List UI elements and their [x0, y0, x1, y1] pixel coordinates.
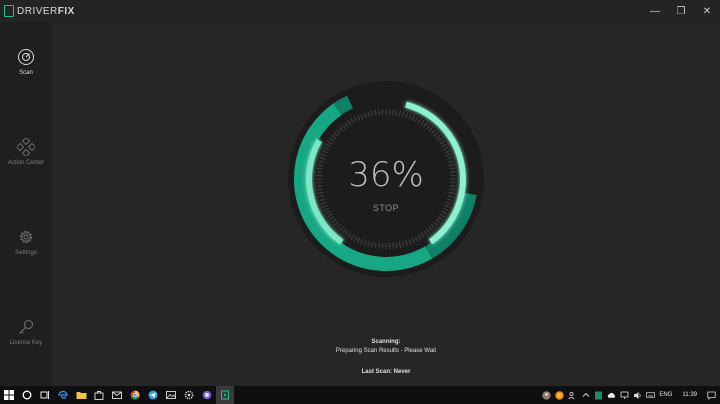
taskbar-app-telegram[interactable]: [144, 386, 162, 404]
logo-mark-icon: [4, 5, 14, 17]
scan-icon: [18, 49, 34, 65]
sidebar-item-action-center[interactable]: Action Center: [0, 138, 52, 166]
mail-icon: [112, 391, 122, 399]
maximize-button[interactable]: ❐: [668, 0, 694, 22]
taskbar-app-mail[interactable]: [108, 386, 126, 404]
sidebar-item-label: Settings: [15, 250, 37, 256]
driverfix-window: DRIVERFIX — ❐ ✕ Scan Action Center Setti…: [0, 0, 720, 386]
taskbar-app-browser[interactable]: [198, 386, 216, 404]
windows-start-button[interactable]: [0, 386, 18, 404]
task-view-button[interactable]: [36, 386, 54, 404]
tray-network-icon[interactable]: [620, 391, 629, 400]
cortana-button[interactable]: [18, 386, 36, 404]
sidebar-item-license-key[interactable]: License Key: [0, 318, 52, 346]
taskbar-app-driverfix[interactable]: [216, 386, 234, 404]
telegram-icon: [148, 390, 158, 400]
sidebar-item-label: Action Center: [7, 160, 45, 166]
windows-taskbar: ENG 11:39: [0, 386, 720, 404]
edge-icon: [58, 390, 68, 399]
tray-chevron-up-icon[interactable]: [581, 391, 590, 400]
sidebar-item-label: Scan: [19, 70, 33, 76]
photos-icon: [166, 391, 176, 399]
progress-ring: 36% STOP: [288, 81, 484, 277]
folder-icon: [76, 392, 86, 399]
gear-icon: [20, 231, 32, 243]
browser-orb-icon: [202, 390, 212, 400]
sidebar-item-scan[interactable]: Scan: [0, 48, 52, 76]
close-button[interactable]: ✕: [694, 0, 720, 22]
tray-driverfix-icon[interactable]: [594, 391, 603, 400]
driverfix-icon: [221, 390, 229, 400]
tray-avatar-icon[interactable]: [542, 390, 552, 400]
store-bag-icon: [94, 391, 104, 400]
sidebar-item-settings[interactable]: Settings: [0, 228, 52, 256]
minimize-button[interactable]: —: [642, 0, 668, 22]
taskbar-app-chrome[interactable]: [126, 386, 144, 404]
task-view-icon: [40, 391, 49, 399]
chrome-icon: [130, 390, 140, 400]
tray-firefox-icon[interactable]: [555, 390, 565, 400]
taskbar-app-photos[interactable]: [162, 386, 180, 404]
logo-prefix: DRIVER: [17, 5, 58, 17]
system-tray: ENG 11:39: [542, 386, 720, 404]
progress-percent: 36%: [348, 155, 424, 195]
sidebar-item-label: License Key: [9, 340, 43, 346]
scan-status-detail: Preparing Scan Results - Please Wait: [335, 348, 437, 354]
taskbar-app-edge[interactable]: [54, 386, 72, 404]
scan-panel: 36% STOP: [52, 22, 720, 386]
taskbar-app-settings[interactable]: [180, 386, 198, 404]
key-icon: [19, 320, 33, 334]
windows-logo-icon: [4, 390, 14, 400]
stop-button[interactable]: STOP: [373, 203, 399, 213]
tray-people-icon[interactable]: [568, 391, 577, 400]
tray-volume-icon[interactable]: [633, 391, 642, 400]
tray-keyboard-icon[interactable]: [646, 391, 656, 400]
app-logo: DRIVERFIX: [4, 4, 75, 18]
taskbar-app-explorer[interactable]: [72, 386, 90, 404]
tray-clock[interactable]: 11:39: [682, 392, 697, 398]
taskbar-app-store[interactable]: [90, 386, 108, 404]
tray-notifications-icon[interactable]: [707, 391, 716, 400]
action-center-icon: [17, 138, 35, 156]
scan-status-title: Scanning:: [371, 339, 401, 345]
last-scan-text: Last Scan: Never: [361, 369, 411, 375]
logo-suffix: FIX: [57, 5, 75, 17]
settings-gear-icon: [184, 390, 194, 400]
tray-onedrive-icon[interactable]: [607, 391, 616, 400]
tray-language[interactable]: ENG: [659, 392, 672, 398]
title-bar: DRIVERFIX — ❐ ✕: [0, 0, 720, 22]
sidebar: Scan Action Center Settings License Key: [0, 22, 52, 386]
cortana-circle-icon: [22, 390, 32, 400]
